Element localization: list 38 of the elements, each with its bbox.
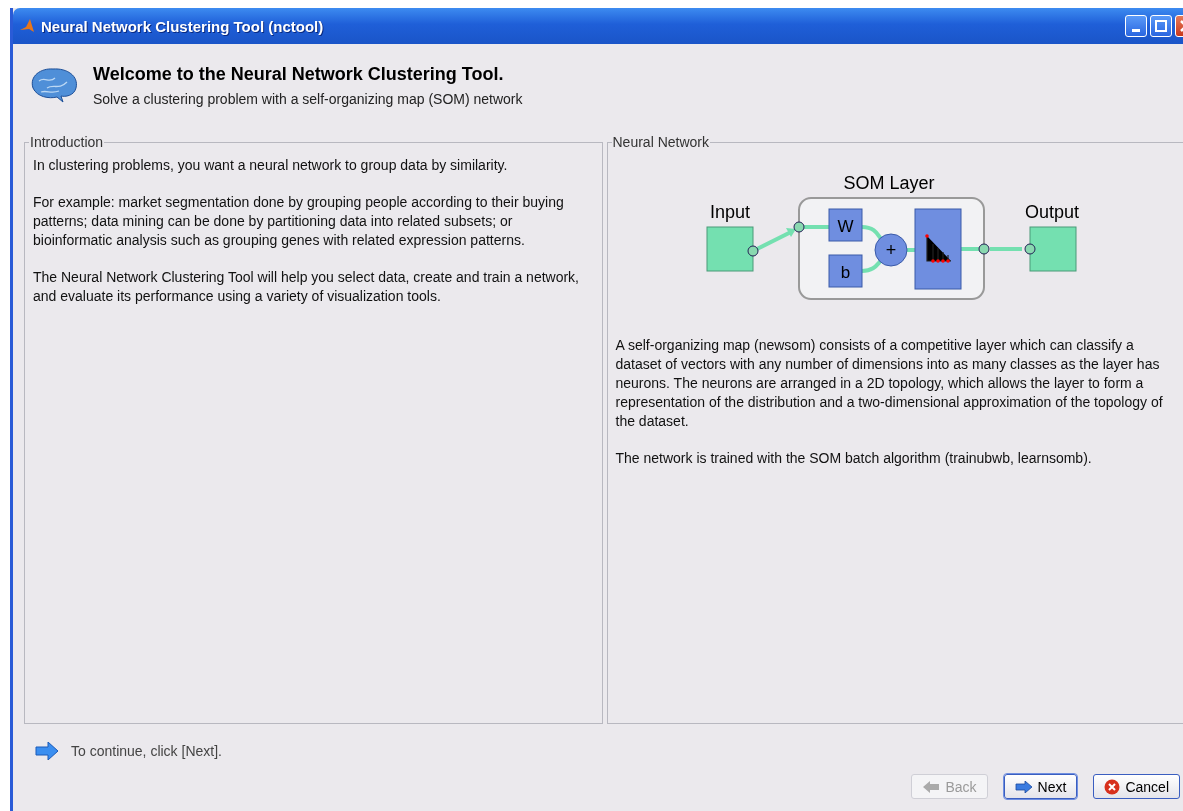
right-arrow-icon [1014, 780, 1033, 793]
output-label: Output [1024, 202, 1079, 222]
left-arrow-icon [922, 780, 941, 793]
intro-paragraph: For example: market segmentation done by grouping people according to their buying patterns; data mining can be done by partitioning data into related subsets; or bioinformatic analysis such as grouping genes with related expression patterns. [33, 193, 565, 250]
panel-legend: Neural Network [611, 134, 710, 150]
intro-paragraph: The Neural Network Clustering Tool will help you select data, create and train a network, and evaluate its performance using a variety of visualization tools. [33, 268, 580, 306]
intro-paragraph: In clustering problems, you want a neural network to group data by similarity. [33, 156, 509, 175]
network-paragraph: The network is trained with the SOM batch algorithm (trainubwb, learnsomb). [615, 449, 1093, 468]
sum-node [874, 233, 908, 267]
welcome-subtitle: Solve a clustering problem with a self-organizing map (SOM) network [93, 90, 523, 107]
window-title: Neural Network Clustering Tool (nctool) [41, 17, 325, 35]
maximize-button[interactable] [1150, 15, 1172, 37]
bias-label: b [840, 263, 850, 282]
layer-label: SOM Layer [843, 173, 935, 193]
cancel-button[interactable]: Cancel [1093, 774, 1180, 799]
connection-point [1024, 243, 1036, 255]
maximize-icon [1155, 20, 1167, 32]
connection-point [793, 221, 805, 233]
weight-label: W [837, 217, 854, 236]
next-button[interactable]: Next [1003, 774, 1078, 799]
connection-point [747, 245, 759, 257]
panel-legend: Introduction [29, 134, 105, 150]
app-icon [19, 18, 35, 34]
minimize-button[interactable] [1125, 15, 1147, 37]
network-paragraph: A self-organizing map (newsom) consists of a competitive layer which can classify a dataset of vectors with any number of dimensions into as many classes as the layer has neurons. The neurons are arranged in a 2D topology, which allows the layer to form a representation of the distribution and a two-dimensional approximation of the topology of the dataset. [615, 336, 1164, 431]
connection-point [978, 243, 990, 255]
input-label: Input [709, 202, 750, 222]
output-block [1029, 226, 1077, 272]
hint-text: To continue, click [Next]. [71, 743, 222, 759]
weight-block [828, 208, 863, 242]
sum-label: + [885, 240, 896, 260]
cancel-icon [1104, 778, 1121, 795]
minimize-icon [1132, 28, 1140, 32]
input-block [706, 226, 754, 272]
bias-block [828, 254, 863, 288]
stem-plot-icon [924, 234, 952, 263]
right-arrow-icon [35, 742, 59, 760]
welcome-title: Welcome to the Neural Network Clustering Tool. [93, 63, 505, 85]
